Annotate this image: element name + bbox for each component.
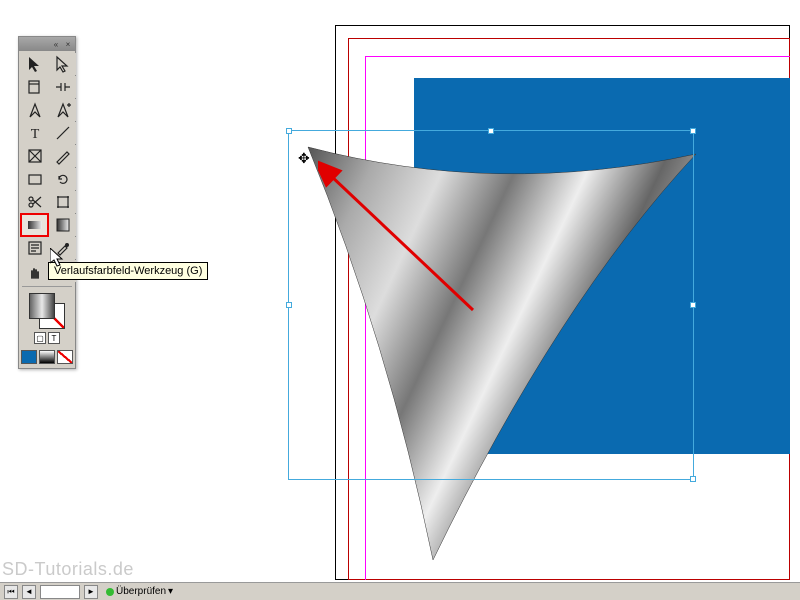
panel-collapse-icon[interactable]: « <box>51 39 61 49</box>
canvas-area[interactable]: ✥ <box>0 0 800 600</box>
hand-tool[interactable] <box>21 260 48 282</box>
page-field[interactable] <box>40 585 80 599</box>
gradient-feather-tool[interactable] <box>49 214 76 236</box>
format-text-icon[interactable]: T <box>48 332 60 344</box>
tools-panel-header: « × <box>19 37 75 51</box>
tools-divider <box>22 286 72 287</box>
apply-gradient-swatch[interactable] <box>39 350 55 364</box>
bleed-frame-red <box>348 38 790 580</box>
gradient-curved-shape[interactable] <box>298 142 698 562</box>
mouse-cursor-icon <box>50 248 66 270</box>
page-frame-black <box>335 25 790 580</box>
direct-selection-tool[interactable] <box>49 53 76 75</box>
rotate-tool[interactable] <box>49 168 76 190</box>
rectangle-tool[interactable] <box>21 168 48 190</box>
pen-tool[interactable] <box>21 99 48 121</box>
scissors-tool[interactable] <box>21 191 48 213</box>
page-first-button[interactable]: ⏮ <box>4 585 18 599</box>
gradient-direction-arrow <box>318 160 498 340</box>
fill-swatch[interactable] <box>29 293 55 319</box>
selection-handle-tl[interactable] <box>286 128 292 134</box>
selection-tool[interactable] <box>21 53 48 75</box>
free-transform-tool[interactable] <box>49 191 76 213</box>
page-tool[interactable] <box>21 76 48 98</box>
line-tool[interactable] <box>49 122 76 144</box>
selection-bounding-box <box>288 130 694 480</box>
crosshair-cursor-icon: ✥ <box>298 150 310 167</box>
fill-stroke-proxy[interactable] <box>29 293 65 329</box>
page-prev-button[interactable]: ◄ <box>22 585 36 599</box>
format-container-icon[interactable]: ▢ <box>34 332 46 344</box>
selection-handle-ml[interactable] <box>286 302 292 308</box>
selection-handle-mr[interactable] <box>690 302 696 308</box>
preflight-dropdown[interactable]: Überprüfen ▾ <box>102 586 177 597</box>
panel-close-icon[interactable]: × <box>63 39 73 49</box>
margin-guide-top <box>365 56 790 57</box>
status-bar: ⏮ ◄ ► Überprüfen ▾ <box>0 582 800 600</box>
tools-panel: « × T ▢ T <box>18 36 76 369</box>
selection-handle-tr[interactable] <box>690 128 696 134</box>
gap-tool[interactable] <box>49 76 76 98</box>
selection-handle-br[interactable] <box>690 476 696 482</box>
watermark-text: SD-Tutorials.de <box>2 559 134 580</box>
apply-none-swatch[interactable] <box>57 350 73 364</box>
pencil-tool[interactable] <box>49 145 76 167</box>
margin-guide-left <box>365 56 366 580</box>
note-tool[interactable] <box>21 237 48 259</box>
preflight-label: Überprüfen <box>116 586 166 597</box>
svg-text:T: T <box>30 127 39 142</box>
frame-tool[interactable] <box>21 145 48 167</box>
add-anchor-tool[interactable] <box>49 99 76 121</box>
selection-handle-tc[interactable] <box>488 128 494 134</box>
dropdown-arrow-icon: ▾ <box>168 586 173 597</box>
blue-rectangle-object[interactable] <box>414 78 790 454</box>
apply-color-swatch[interactable] <box>21 350 37 364</box>
preflight-status-icon <box>106 588 114 596</box>
tool-tooltip: Verlaufsfarbfeld-Werkzeug (G) <box>48 262 208 280</box>
type-tool[interactable]: T <box>21 122 48 144</box>
gradient-swatch-tool[interactable] <box>21 214 48 236</box>
page-next-button[interactable]: ► <box>84 585 98 599</box>
